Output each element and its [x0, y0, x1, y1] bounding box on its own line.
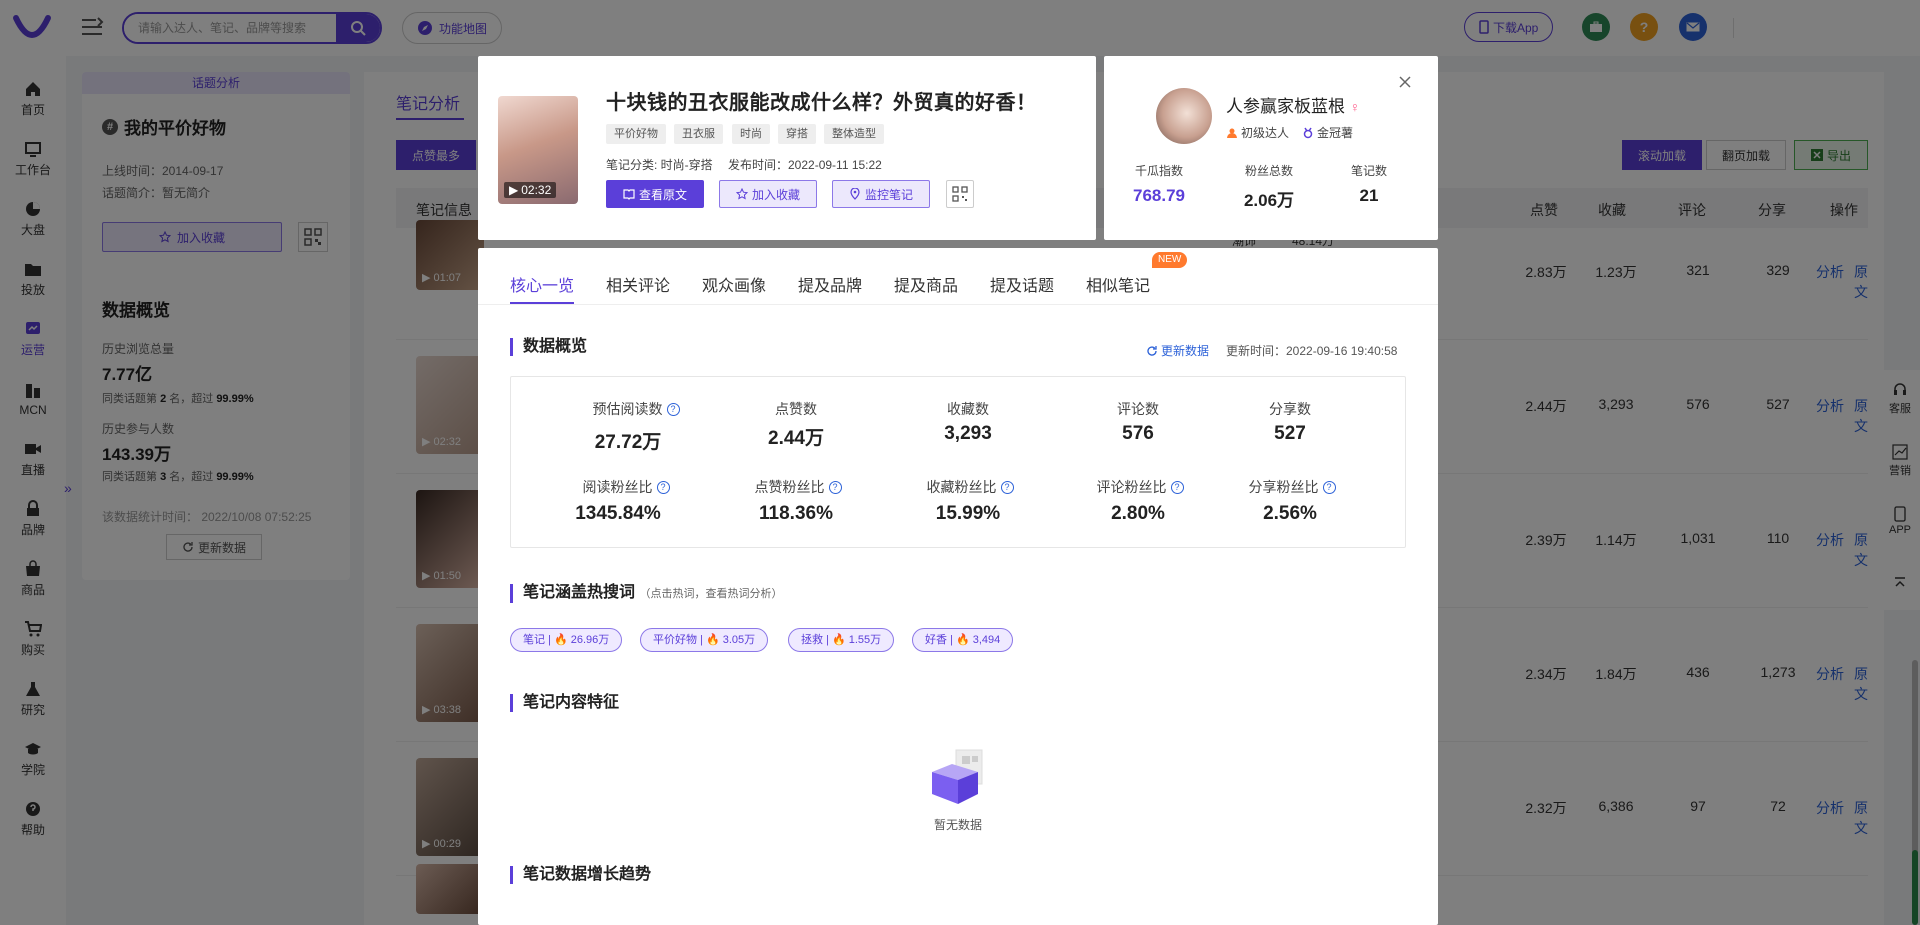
author-stat-label: 千瓜指数 [1134, 164, 1183, 178]
update-time: 更新时间：2022-09-16 19:40:58 [1226, 344, 1398, 358]
update-data-link[interactable]: 更新数据 [1146, 342, 1209, 359]
metric-label: 阅读粉丝比? [551, 477, 701, 497]
tab-core-overview[interactable]: 核心一览 [510, 272, 574, 296]
metric-value: 2.44万 [768, 428, 824, 449]
author-stat-value: 2.06万 [1243, 191, 1295, 210]
author-badge: 金冠薯 [1302, 124, 1353, 141]
medal-icon [1303, 127, 1313, 138]
note-category: 笔记分类: 时尚-穿搭 [606, 158, 713, 172]
metric-value: 3,293 [944, 423, 992, 444]
star-icon [735, 188, 748, 200]
question-icon[interactable]: ? [828, 480, 842, 494]
qrcode-button[interactable] [946, 180, 974, 208]
question-icon[interactable]: ? [666, 402, 680, 416]
metric-value: 1345.84% [575, 503, 661, 524]
divider [478, 304, 1438, 305]
metrics-panel: 预估阅读数? 27.72万 点赞数 2.44万 收藏数 3,293 评论数 57… [510, 376, 1406, 548]
note-tag[interactable]: 丑衣服 [674, 124, 723, 144]
tab-similar-notes[interactable]: 相似笔记 [1086, 272, 1150, 296]
author-card: 人参赢家板蓝根 ♀ 初级达人 金冠薯 千瓜指数 768.79 粉丝总数 2.06… [1104, 56, 1438, 240]
section-title-growth-trend: 笔记数据增长趋势 [510, 866, 651, 884]
note-tag[interactable]: 整体造型 [824, 124, 884, 144]
author-stat-label: 粉丝总数 [1244, 164, 1293, 178]
add-favorite-button[interactable]: 加入收藏 [719, 180, 817, 208]
fire-icon: 🔥 [553, 634, 568, 646]
metric-label: 评论数 [1117, 401, 1159, 417]
metric-label: 收藏粉丝比? [895, 477, 1045, 497]
author-stat-value: 768.79 [1133, 186, 1185, 205]
note-header-card: ▶ 02:32 十块钱的丑衣服能改成什么样？外贸真的好香！ 平价好物 丑衣服 时… [478, 56, 1096, 240]
section-title-overview: 数据概览 [510, 338, 587, 356]
author-name[interactable]: 人参赢家板蓝根 ♀ [1226, 92, 1360, 117]
qrcode-icon [952, 186, 968, 202]
empty-state-text: 暂无数据 [933, 818, 982, 832]
fire-icon: 🔥 [831, 634, 846, 646]
section-title-hot-words: 笔记涵盖热搜词 （点击热词，查看热词分析） [510, 584, 782, 603]
note-detail-panel: 核心一览 相关评论 观众画像 提及品牌 提及商品 提及话题 相似笔记 NEW 数… [478, 248, 1438, 925]
new-badge: NEW [1152, 252, 1188, 268]
metric-value: 2.56% [1263, 503, 1317, 524]
metric-value: 527 [1274, 423, 1306, 444]
question-icon[interactable]: ? [1000, 480, 1014, 494]
author-avatar[interactable] [1156, 88, 1212, 144]
empty-box-icon [918, 748, 998, 808]
metric-value: 118.36% [759, 503, 833, 524]
female-icon: ♀ [1349, 99, 1361, 115]
note-tag[interactable]: 平价好物 [606, 124, 666, 144]
metric-label: 预估阅读数? [561, 399, 711, 419]
location-icon [850, 188, 860, 200]
metric-value: 2.80% [1111, 503, 1165, 524]
tab-mentioned-products[interactable]: 提及商品 [894, 272, 958, 296]
author-stat-label: 笔记数 [1350, 164, 1387, 178]
fire-icon: 🔥 [705, 634, 720, 646]
tab-mentioned-topics[interactable]: 提及话题 [990, 272, 1054, 296]
user-icon [1227, 128, 1237, 138]
cover-duration: ▶ 02:32 [504, 182, 557, 198]
author-stat-value: 21 [1359, 186, 1379, 205]
fire-icon: 🔥 [955, 634, 970, 646]
note-cover[interactable]: ▶ 02:32 [498, 96, 578, 204]
hot-word-tag[interactable]: 拯救 | 🔥 1.55万 [788, 628, 895, 652]
close-icon[interactable] [1397, 74, 1413, 90]
section-title-content-features: 笔记内容特征 [510, 694, 619, 712]
tab-mentioned-brands[interactable]: 提及品牌 [798, 272, 862, 296]
hot-word-tag[interactable]: 笔记 | 🔥 26.96万 [510, 628, 623, 652]
note-title: 十块钱的丑衣服能改成什么样？外贸真的好香！ [606, 92, 1037, 114]
question-icon[interactable]: ? [656, 480, 670, 494]
metric-value: 15.99% [935, 503, 1001, 524]
book-icon [623, 189, 635, 200]
tab-related-comments[interactable]: 相关评论 [606, 272, 670, 296]
note-publish-time: 发布时间：2022-09-11 15:22 [728, 158, 882, 172]
metric-label: 评论粉丝比? [1065, 477, 1215, 497]
note-tag[interactable]: 穿搭 [778, 124, 816, 144]
metric-value: 576 [1122, 423, 1154, 444]
view-source-button[interactable]: 查看原文 [606, 180, 704, 208]
metric-value: 27.72万 [594, 432, 662, 453]
question-icon[interactable]: ? [1322, 480, 1336, 494]
question-icon[interactable]: ? [1170, 480, 1184, 494]
hot-word-tag[interactable]: 好香 | 🔥 3,494 [912, 628, 1014, 652]
metric-label: 收藏数 [947, 401, 989, 417]
tab-audience-profile[interactable]: 观众画像 [702, 272, 766, 296]
metric-label: 分享数 [1269, 401, 1311, 417]
note-tag[interactable]: 时尚 [732, 124, 770, 144]
refresh-icon [1147, 345, 1157, 356]
author-level: 初级达人 [1226, 124, 1289, 141]
hot-word-tag[interactable]: 平价好物 | 🔥 3.05万 [640, 628, 769, 652]
metric-label: 点赞粉丝比? [723, 477, 873, 497]
metric-label: 分享粉丝比? [1217, 477, 1367, 497]
monitor-note-button[interactable]: 监控笔记 [832, 180, 930, 208]
metric-label: 点赞数 [775, 401, 817, 417]
